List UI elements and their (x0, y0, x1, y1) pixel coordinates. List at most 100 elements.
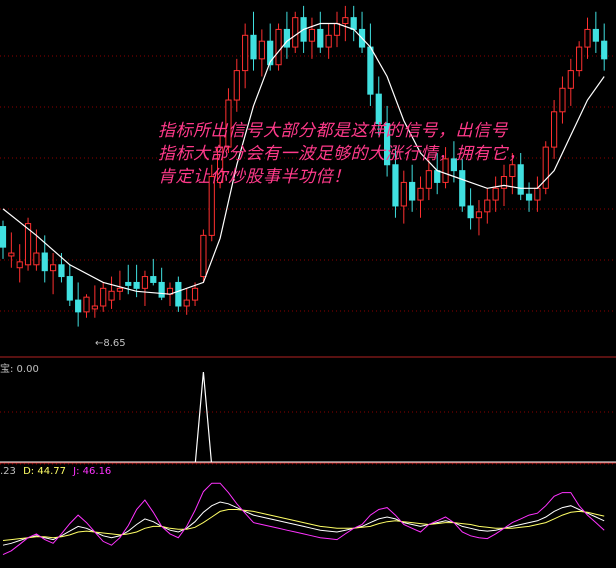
candle-body-up (333, 23, 341, 36)
candle (158, 267, 165, 301)
candle-body-up (475, 211, 483, 219)
candle (567, 58, 574, 106)
candle (559, 76, 566, 124)
candle (8, 232, 15, 268)
candle (100, 282, 107, 312)
candle (16, 244, 23, 283)
signal-label: 宝: 0.00 (0, 364, 39, 375)
candle (175, 276, 182, 312)
candle-body-up (16, 261, 23, 269)
candle-body-down (41, 252, 48, 272)
candle-body-up (308, 28, 316, 42)
candle (242, 23, 249, 89)
candle-body-up (258, 40, 265, 60)
candle (367, 23, 374, 106)
candle-body-down (125, 281, 132, 286)
candle (233, 58, 240, 112)
candle-body-up (100, 287, 107, 307)
candle (133, 264, 140, 298)
candle (292, 11, 299, 53)
stock-chart[interactable]: ←8.65 宝: 0.00 .23 D: 44.77 J: 46.16 指标所出… (0, 0, 616, 564)
candle (200, 229, 207, 283)
candle-body-up (342, 17, 349, 25)
signal-spike (194, 371, 212, 463)
candle (308, 17, 316, 59)
candle-body-up (233, 70, 240, 101)
candle (83, 294, 90, 318)
candle (342, 5, 349, 42)
candle (484, 188, 491, 224)
candle-body-down (58, 264, 65, 278)
candle (601, 23, 608, 71)
candle (250, 11, 257, 71)
candle (141, 270, 149, 306)
low-price-marker: ←8.65 (95, 338, 126, 349)
candle (275, 23, 282, 71)
candle-body-up (83, 296, 90, 313)
candle (475, 200, 483, 236)
candle-body-down (250, 34, 257, 60)
candle-body-up (200, 234, 207, 278)
candle-body-down (133, 281, 140, 289)
candle (584, 17, 591, 59)
candle-body-up (275, 28, 282, 66)
promo-line-2: 指标大部分会有一波足够的大涨行情，拥有它， (158, 144, 526, 164)
kdj-j-label: J: 46.16 (73, 466, 112, 477)
candle-body-up (559, 87, 566, 113)
promo-overlay-text: 指标所出信号大部分都是这样的信号，出信号 指标大部分会有一波足够的大涨行情，拥有… (158, 120, 616, 189)
candle (333, 11, 341, 48)
candle-body-down (75, 299, 82, 313)
candle (317, 11, 324, 53)
candle (24, 217, 32, 271)
candle-body-up (191, 287, 199, 301)
candle-body-up (8, 252, 15, 257)
grid-lines (0, 55, 616, 465)
candle-body-down (0, 226, 7, 248)
chart-canvas[interactable] (0, 0, 616, 564)
candle-body-up (534, 187, 541, 201)
candle-body-down (592, 28, 599, 42)
candle (108, 276, 115, 309)
candle (0, 220, 7, 259)
kdj-d-line (2, 509, 605, 541)
candle-body-down (283, 28, 290, 48)
candle (283, 11, 290, 59)
candle-body-down (175, 281, 182, 307)
kdj-indicator (2, 482, 605, 556)
candle-body-down (350, 17, 357, 30)
candle (91, 285, 98, 318)
candle-body-up (576, 46, 583, 72)
candle-body-down (467, 205, 474, 219)
candle (358, 11, 366, 53)
candle-body-up (50, 264, 57, 272)
candle-body-up (183, 299, 190, 307)
kdj-labels: .23 D: 44.77 J: 46.16 (0, 466, 111, 477)
candle-body-up (492, 187, 499, 201)
candle-body-down (601, 40, 608, 60)
candle (350, 5, 357, 42)
candle-body-down (367, 46, 374, 95)
candle-body-down (150, 276, 157, 283)
promo-line-1: 指标所出信号大部分都是这样的信号，出信号 (158, 121, 508, 141)
candle-body-down (317, 28, 324, 48)
candle-body-down (525, 193, 533, 201)
candle-body-up (33, 252, 40, 266)
candle-body-up (417, 187, 424, 201)
candle (66, 264, 73, 306)
signal-indicator (0, 371, 616, 463)
candle (267, 23, 274, 71)
promo-line-3: 肯定让你炒股事半功倍！ (158, 167, 351, 187)
candle (325, 23, 332, 59)
candle-body-up (567, 70, 574, 89)
kdj-d-label: D: 44.77 (23, 466, 66, 477)
kdj-k-line (2, 501, 605, 546)
kdj-k-label: .23 (0, 466, 16, 477)
candle-body-up (584, 28, 591, 48)
candle (592, 11, 599, 53)
candle-body-down (66, 276, 73, 301)
candle-body-down (158, 281, 165, 298)
candle-body-up (141, 276, 149, 289)
candle (75, 282, 82, 327)
candle-body-up (116, 287, 124, 292)
kdj-j-line (2, 482, 605, 556)
